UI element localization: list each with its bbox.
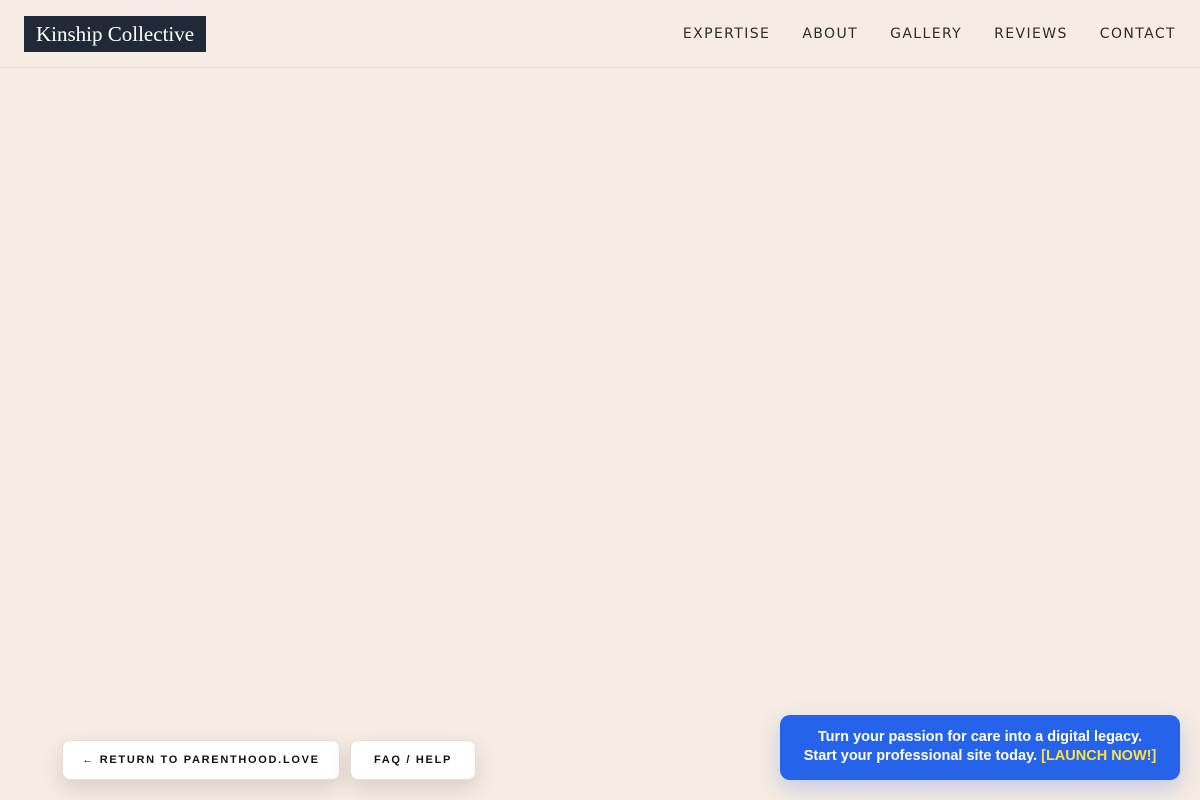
promo-subline: Start your professional site today. [LAU…	[780, 747, 1180, 766]
faq-help-button[interactable]: FAQ / HELP	[350, 740, 476, 780]
return-to-parenthood-button[interactable]: ← RETURN TO PARENTHOOD.LOVE	[62, 740, 340, 780]
nav-expertise[interactable]: EXPERTISE	[683, 26, 770, 42]
launch-site-promo-banner[interactable]: Turn your passion for care into a digita…	[780, 715, 1180, 780]
nav-about[interactable]: ABOUT	[802, 26, 858, 42]
promo-headline: Turn your passion for care into a digita…	[817, 729, 1143, 745]
promo-subline-text: Start your professional site today.	[803, 748, 1038, 764]
main-nav: EXPERTISE ABOUT GALLERY REVIEWS CONTACT	[683, 0, 1176, 68]
nav-contact[interactable]: CONTACT	[1100, 26, 1176, 42]
launch-now-link[interactable]: [LAUNCH NOW!]	[1041, 748, 1156, 764]
brand-logo[interactable]: Kinship Collective	[24, 16, 207, 52]
site-header: Kinship Collective EXPERTISE ABOUT GALLE…	[0, 0, 1200, 68]
nav-reviews[interactable]: REVIEWS	[994, 26, 1068, 42]
nav-gallery[interactable]: GALLERY	[890, 26, 962, 42]
